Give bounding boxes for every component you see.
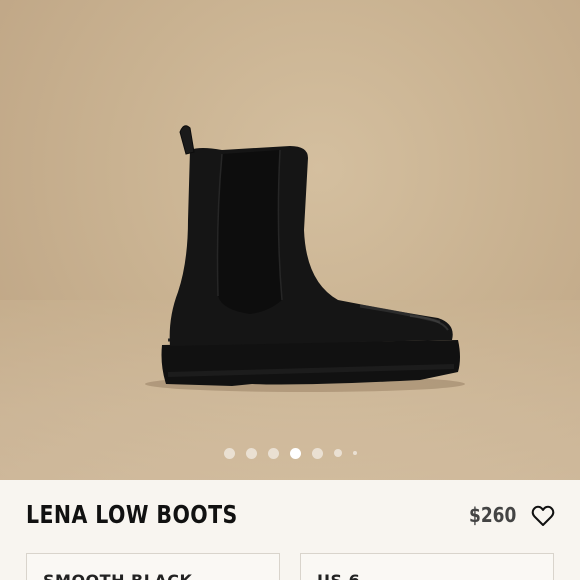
product-title: LENA LOW BOOTS xyxy=(26,500,238,529)
color-selector-value: SMOOTH BLACK xyxy=(43,571,192,580)
gallery-dot-1[interactable] xyxy=(223,447,235,459)
heart-outline-icon[interactable] xyxy=(531,505,555,527)
gallery-dot-5[interactable] xyxy=(311,447,323,459)
gallery-dot-7[interactable] xyxy=(352,451,357,455)
gallery-dot-6[interactable] xyxy=(333,449,342,457)
color-selector[interactable]: SMOOTH BLACK xyxy=(26,553,280,580)
size-selector-value: US 6 xyxy=(317,571,360,580)
product-image-gallery[interactable] xyxy=(0,0,580,480)
boot-pull-tab xyxy=(179,125,195,155)
gallery-dot-3[interactable] xyxy=(267,447,279,459)
size-selector[interactable]: US 6 xyxy=(300,553,554,580)
boot-elastic-panel xyxy=(217,150,282,314)
product-price: $260 xyxy=(469,503,517,527)
gallery-dot-4[interactable] xyxy=(289,447,301,459)
boot-product-image xyxy=(145,125,465,392)
gallery-pagination xyxy=(0,447,580,459)
gallery-dot-2[interactable] xyxy=(245,447,257,459)
boot-sole xyxy=(161,340,460,386)
